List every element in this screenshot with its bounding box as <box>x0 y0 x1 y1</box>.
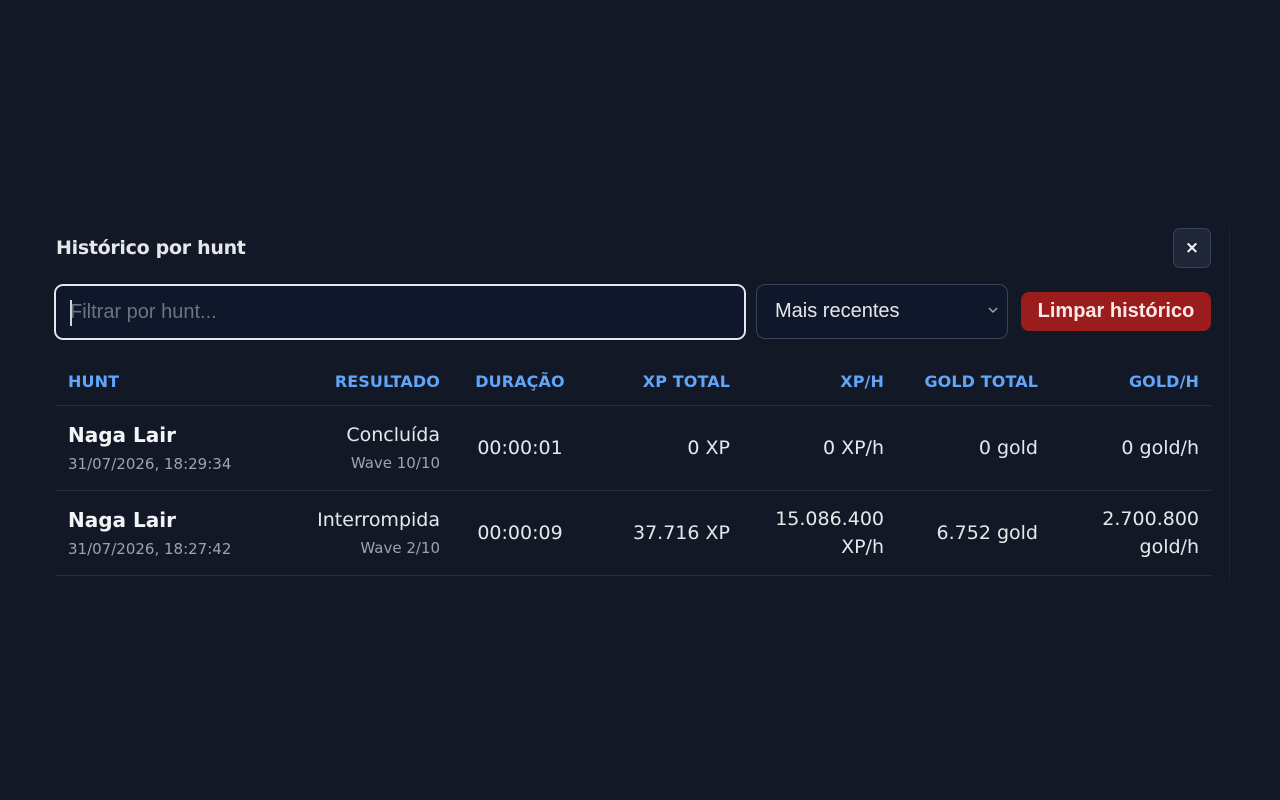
close-button[interactable]: × <box>1173 228 1211 268</box>
panel-title: Histórico por hunt <box>56 237 246 259</box>
hunt-cell: Naga Lair 31/07/2026, 18:27:42 <box>56 490 256 576</box>
column-header-resultado[interactable]: RESULTADO <box>256 358 452 406</box>
gold-per-hour-unit: gold/h <box>1139 436 1199 459</box>
xp-total-cell: 0 XP <box>588 405 742 491</box>
gold-per-hour-value: 2.700.800 <box>1102 507 1199 530</box>
hunt-name: Naga Lair <box>68 507 176 532</box>
xp-per-hour-value: 0 <box>822 436 836 459</box>
close-icon: × <box>1184 238 1200 258</box>
gold-per-hour-unit: gold/h <box>1139 535 1199 558</box>
hunt-name: Naga Lair <box>68 422 176 447</box>
gold-total-cell: 6.752 gold <box>896 490 1050 576</box>
xp-total-cell: 37.716 XP <box>588 490 742 576</box>
hunt-history-panel: Histórico por hunt × Mais recentes Limpa… <box>40 228 1230 580</box>
column-header-xp-total[interactable]: XP TOTAL <box>588 358 742 406</box>
xp-per-hour-unit: XP/h <box>841 535 884 558</box>
gold-per-hour-cell: 2.700.800 gold/h <box>1050 490 1211 576</box>
column-header-gold-total[interactable]: GOLD TOTAL <box>896 358 1050 406</box>
result-wave: Wave 2/10 <box>360 538 440 557</box>
gold-per-hour-value: 0 <box>1121 436 1134 459</box>
table-header-row: HUNT RESULTADO DURAÇÃO XP TOTAL XP/H GOL… <box>56 358 1211 406</box>
table-row[interactable]: Naga Lair 31/07/2026, 18:27:42 Interromp… <box>56 490 1211 576</box>
clear-history-button[interactable]: Limpar histórico <box>1021 292 1211 331</box>
result-cell: Interrompida Wave 2/10 <box>256 490 452 576</box>
duration-cell: 00:00:09 <box>452 490 588 576</box>
chevron-down-icon <box>988 307 998 314</box>
hunt-cell: Naga Lair 31/07/2026, 18:29:34 <box>56 405 256 491</box>
text-cursor <box>70 300 72 326</box>
column-header-duracao[interactable]: DURAÇÃO <box>452 358 588 406</box>
gold-total-cell: 0 gold <box>896 405 1050 491</box>
xp-per-hour-unit: XP/h <box>841 436 884 459</box>
duration-cell: 00:00:01 <box>452 405 588 491</box>
hunt-history-table: HUNT RESULTADO DURAÇÃO XP TOTAL XP/H GOL… <box>56 358 1211 576</box>
column-header-hunt[interactable]: HUNT <box>56 358 256 406</box>
result-status: Concluída <box>346 423 440 446</box>
column-header-xp-h[interactable]: XP/H <box>742 358 896 406</box>
xp-per-hour-value: 15.086.400 <box>775 507 884 530</box>
result-wave: Wave 10/10 <box>350 453 440 472</box>
gold-per-hour-cell: 0 gold/h <box>1050 405 1211 491</box>
sort-select[interactable]: Mais recentes <box>756 284 1008 339</box>
xp-per-hour-cell: 0 XP/h <box>742 405 896 491</box>
sort-selected-value: Mais recentes <box>775 300 900 322</box>
xp-per-hour-cell: 15.086.400 XP/h <box>742 490 896 576</box>
column-header-gold-h[interactable]: GOLD/H <box>1050 358 1211 406</box>
hunt-date: 31/07/2026, 18:29:34 <box>68 454 232 473</box>
result-cell: Concluída Wave 10/10 <box>256 405 452 491</box>
result-status: Interrompida <box>317 508 440 531</box>
hunt-filter-input[interactable] <box>53 283 747 341</box>
hunt-date: 31/07/2026, 18:27:42 <box>68 539 232 558</box>
table-row[interactable]: Naga Lair 31/07/2026, 18:29:34 Concluída… <box>56 405 1211 491</box>
